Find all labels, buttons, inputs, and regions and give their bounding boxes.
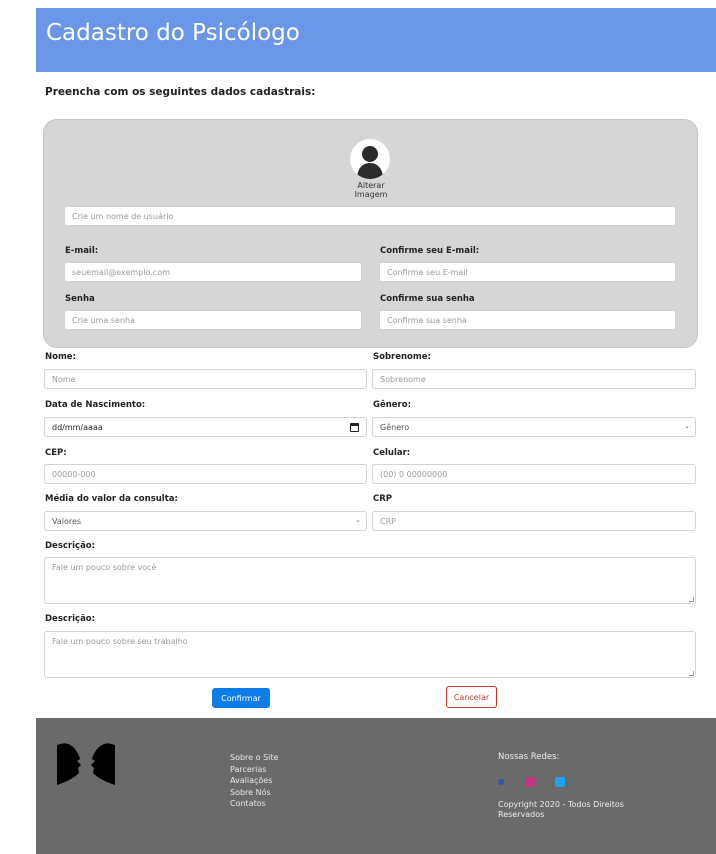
first-name-label: Nome: [45, 352, 76, 362]
birth-date-value: dd/mm/aaaa [52, 422, 103, 432]
footer-link-partners[interactable]: Parcerias [230, 764, 278, 776]
chevron-down-icon: ⌄ [355, 516, 361, 524]
crp-label: CRP [373, 494, 393, 504]
cep-label: CEP: [45, 448, 67, 458]
footer-link-about-site[interactable]: Sobre o Site [230, 752, 278, 764]
price-select[interactable]: Valores ⌄ [44, 511, 367, 531]
avatar[interactable] [350, 139, 390, 179]
cep-input[interactable] [44, 464, 367, 484]
user-icon [357, 146, 383, 179]
phone-input[interactable] [372, 464, 696, 484]
facebook-icon[interactable] [498, 779, 504, 785]
instagram-icon[interactable] [525, 777, 535, 787]
price-selected: Valores [52, 516, 82, 526]
price-label: Média do valor da consulta: [45, 494, 178, 504]
last-name-input[interactable] [372, 369, 696, 389]
username-input[interactable] [64, 206, 676, 226]
gender-select[interactable]: Gênero ⌄ [372, 417, 696, 437]
logo-icon [57, 743, 115, 785]
form-intro: Preencha com os seguintes dados cadastra… [45, 86, 316, 98]
chevron-down-icon: ⌄ [684, 422, 690, 430]
birth-date-label: Data de Nascimento: [45, 400, 146, 410]
footer-link-about-us[interactable]: Sobre Nós [230, 787, 278, 799]
page-title: Cadastro do Psicólogo [46, 20, 300, 46]
confirm-email-label: Confirme seu E-mail: [380, 246, 480, 256]
password-label: Senha [65, 294, 95, 304]
password-input[interactable] [64, 310, 362, 330]
resize-handle[interactable] [689, 671, 694, 676]
gender-selected: Gênero [380, 422, 410, 432]
footer-link-reviews[interactable]: Avaliações [230, 775, 278, 787]
social-title: Nossas Redes: [498, 752, 560, 762]
phone-label: Celular: [373, 448, 411, 458]
change-image-link[interactable]: Alterar Imagem [340, 181, 402, 199]
confirm-button[interactable]: Confirmar [212, 688, 270, 708]
email-label: E-mail: [65, 246, 99, 256]
gender-label: Gênero: [373, 400, 411, 410]
copyright-text: Copyright 2020 - Todos Direitos Reservad… [498, 800, 624, 819]
confirm-email-input[interactable] [379, 262, 676, 282]
work-description-label: Descrição: [45, 614, 96, 624]
about-you-textarea[interactable] [44, 557, 696, 604]
description-label: Descrição: [45, 541, 96, 551]
resize-handle[interactable] [689, 597, 694, 602]
page-header: Cadastro do Psicólogo [36, 8, 716, 72]
birth-date-input[interactable]: dd/mm/aaaa [44, 417, 367, 437]
twitter-icon[interactable] [555, 777, 565, 787]
footer-links: Sobre o Site Parcerias Avaliações Sobre … [230, 752, 278, 810]
page-footer [36, 718, 716, 854]
footer-link-contacts[interactable]: Contatos [230, 798, 278, 810]
last-name-label: Sobrenome: [373, 352, 431, 362]
first-name-input[interactable] [44, 369, 367, 389]
confirm-password-label: Confirme sua senha [380, 294, 475, 304]
cancel-button[interactable]: Cancelar [446, 686, 497, 708]
confirm-password-input[interactable] [379, 310, 676, 330]
calendar-icon[interactable] [350, 423, 359, 432]
crp-input[interactable] [372, 511, 696, 531]
about-work-textarea[interactable] [44, 631, 696, 678]
email-input[interactable] [64, 262, 362, 282]
